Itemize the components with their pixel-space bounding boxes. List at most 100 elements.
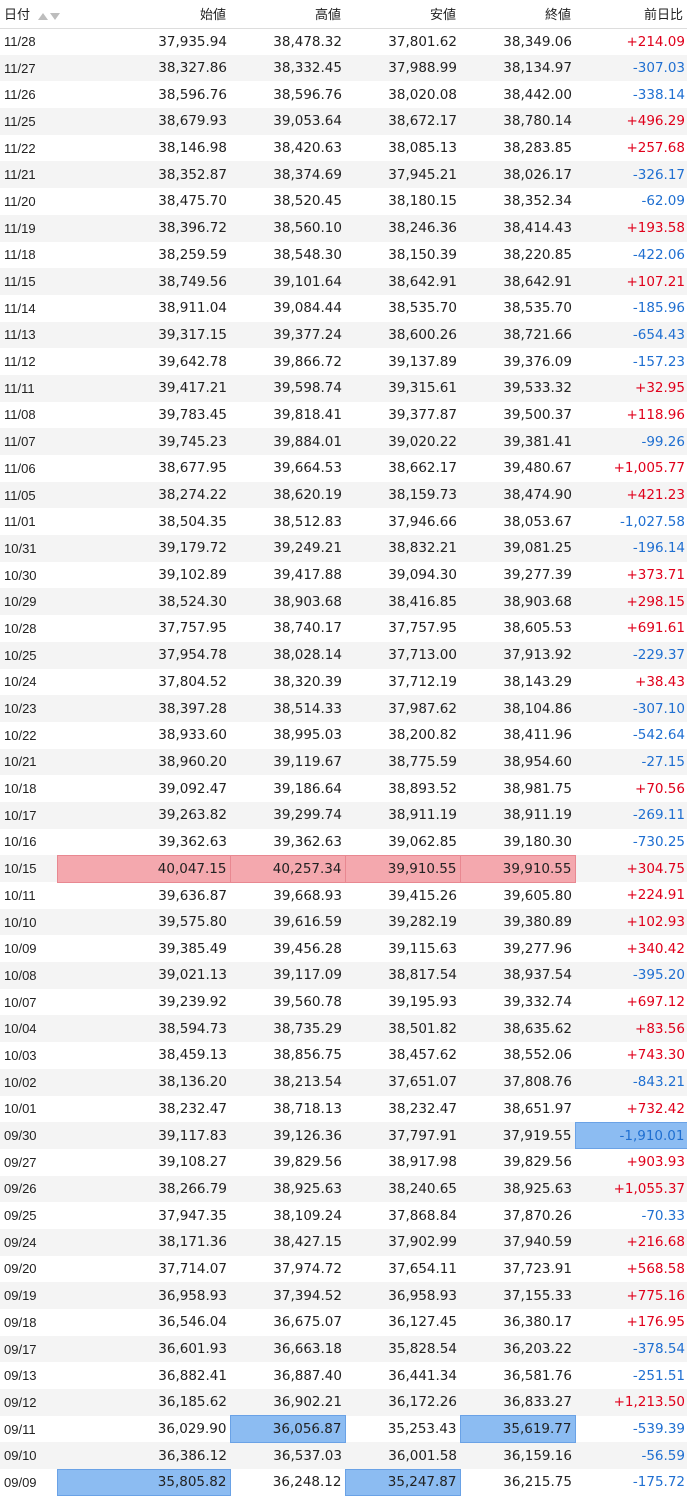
high-cell: 37,394.52 xyxy=(230,1282,345,1309)
low-cell: 38,775.59 xyxy=(345,748,460,776)
change-cell: -395.20 xyxy=(575,962,687,989)
table-row: 10/07 39,239.92 39,560.78 39,195.93 39,332.7… xyxy=(0,989,687,1016)
close-cell: 38,026.17 xyxy=(460,161,575,189)
table-row: 10/25 37,954.78 38,028.14 37,713.00 37,913.9… xyxy=(0,641,687,669)
date-cell: 10/18 xyxy=(4,781,37,797)
low-cell: 39,910.55 xyxy=(344,854,461,883)
date-cell: 10/24 xyxy=(4,674,37,690)
open-cell: 38,911.04 xyxy=(158,300,227,317)
close-cell: 38,474.90 xyxy=(460,481,575,509)
price-history-table: 日付 始値 高値 安値 終値 前日比 11/28 37,935.94 38,478.… xyxy=(0,0,687,1497)
date-cell: 10/03 xyxy=(4,1047,37,1063)
column-header-high[interactable]: 高値 xyxy=(230,0,345,29)
low-cell: 38,832.21 xyxy=(345,535,460,562)
sort-controls[interactable] xyxy=(37,8,62,23)
column-header-low[interactable]: 安値 xyxy=(345,0,460,29)
high-cell: 39,249.21 xyxy=(230,535,345,562)
date-cell: 11/01 xyxy=(4,514,36,530)
open-cell: 37,954.78 xyxy=(57,641,230,669)
close-cell: 38,925.63 xyxy=(460,1175,575,1203)
close-cell: 38,651.97 xyxy=(503,1100,572,1117)
date-cell: 10/09 xyxy=(4,941,37,957)
high-cell: 38,427.15 xyxy=(230,1228,345,1256)
open-cell: 39,092.47 xyxy=(158,780,227,797)
change-cell: +1,005.77 xyxy=(613,460,685,477)
table-row: 11/26 38,596.76 38,596.76 38,020.08 38,442.0… xyxy=(0,81,687,108)
date-cell: 10/22 xyxy=(4,727,37,743)
column-header-change[interactable]: 前日比 xyxy=(575,0,687,29)
high-cell: 38,320.39 xyxy=(273,673,342,690)
open-cell: 36,386.12 xyxy=(57,1442,230,1470)
low-cell: 38,232.47 xyxy=(388,1100,457,1117)
date-cell: 11/25 xyxy=(0,108,57,135)
table-row: 10/17 39,263.82 39,299.74 38,911.19 38,911.1… xyxy=(0,801,687,829)
close-cell: 39,533.32 xyxy=(460,374,575,402)
change-cell: +568.58 xyxy=(626,1260,685,1277)
low-cell: 39,094.30 xyxy=(388,567,457,584)
sort-ascending-icon[interactable] xyxy=(37,13,48,21)
column-header-open[interactable]: 始値 xyxy=(57,0,230,29)
change-cell: -175.72 xyxy=(632,1474,685,1491)
low-cell: 38,893.52 xyxy=(388,780,457,797)
table-row: 11/08 39,783.45 39,818.41 39,377.87 39,500.3… xyxy=(0,402,687,429)
table-row: 09/09 35,805.82 36,248.12 35,247.87 36,215.7… xyxy=(0,1468,687,1497)
open-cell: 39,239.92 xyxy=(158,994,227,1011)
change-cell: -196.14 xyxy=(575,535,687,562)
high-cell: 39,119.67 xyxy=(230,748,345,776)
open-cell: 36,882.41 xyxy=(158,1367,227,1384)
change-cell: +118.96 xyxy=(626,406,685,423)
close-cell: 38,535.70 xyxy=(503,300,572,317)
table-row: 11/20 38,475.70 38,520.45 38,180.15 38,352.3… xyxy=(0,188,687,215)
open-cell: 38,475.70 xyxy=(158,193,227,210)
close-cell: 38,721.66 xyxy=(460,321,575,349)
low-cell: 37,988.99 xyxy=(345,54,460,82)
change-cell: -1,027.58 xyxy=(620,513,685,530)
change-cell: +1,055.37 xyxy=(575,1175,687,1203)
change-cell: +373.71 xyxy=(626,567,685,584)
close-cell: 37,723.91 xyxy=(503,1260,572,1277)
date-cell: 09/13 xyxy=(4,1368,37,1384)
date-cell: 11/27 xyxy=(0,54,57,82)
low-cell: 38,642.91 xyxy=(345,268,460,295)
date-cell: 11/19 xyxy=(0,214,57,242)
close-cell: 38,552.06 xyxy=(503,1047,572,1064)
change-cell: +216.68 xyxy=(575,1228,687,1256)
date-cell: 11/14 xyxy=(4,300,36,316)
table-row: 10/23 38,397.28 38,514.33 37,987.62 38,104.8… xyxy=(0,695,687,722)
table-row: 09/27 39,108.27 39,829.56 38,917.98 39,829.5… xyxy=(0,1149,687,1176)
close-cell: 37,808.76 xyxy=(460,1068,575,1096)
column-header-close[interactable]: 終値 xyxy=(460,0,575,29)
close-cell: 38,053.67 xyxy=(503,513,572,530)
high-cell: 38,478.32 xyxy=(273,33,342,50)
high-cell: 38,620.19 xyxy=(230,481,345,509)
change-cell: -157.23 xyxy=(632,353,685,370)
open-cell: 36,601.93 xyxy=(57,1335,230,1363)
sort-descending-icon[interactable] xyxy=(49,13,60,21)
high-cell: 38,740.17 xyxy=(273,620,342,637)
table-row: 09/12 36,185.62 36,902.21 36,172.26 36,833.2… xyxy=(0,1389,687,1416)
low-cell: 37,868.84 xyxy=(388,1207,457,1224)
change-cell: +83.56 xyxy=(575,1015,687,1043)
table-row: 11/12 39,642.78 39,866.72 39,137.89 39,376.0… xyxy=(0,348,687,375)
date-cell: 10/28 xyxy=(4,620,37,636)
low-cell: 37,801.62 xyxy=(388,33,457,50)
change-cell: +107.21 xyxy=(575,268,687,295)
close-cell: 38,911.19 xyxy=(460,801,575,829)
change-cell: +224.91 xyxy=(626,887,685,904)
change-cell: -307.10 xyxy=(575,695,687,722)
open-cell: 36,185.62 xyxy=(57,1389,230,1416)
column-header-date[interactable]: 日付 xyxy=(0,0,60,29)
close-cell: 38,349.06 xyxy=(503,33,572,50)
close-cell: 39,380.89 xyxy=(460,908,575,936)
close-cell: 38,411.96 xyxy=(503,727,572,744)
open-cell: 38,352.87 xyxy=(57,161,230,189)
low-cell: 39,115.63 xyxy=(388,940,457,957)
open-cell: 38,596.76 xyxy=(158,86,227,103)
change-cell: +421.23 xyxy=(575,481,687,509)
open-cell: 39,108.27 xyxy=(158,1154,227,1171)
low-cell: 37,987.62 xyxy=(345,695,460,722)
date-cell: 11/18 xyxy=(4,247,36,263)
high-cell: 36,248.12 xyxy=(272,1474,342,1491)
header-row: 日付 始値 高値 安値 終値 前日比 xyxy=(0,0,687,29)
table-row: 10/15 40,047.15 40,257.34 39,910.55 39,910.5… xyxy=(0,854,687,883)
